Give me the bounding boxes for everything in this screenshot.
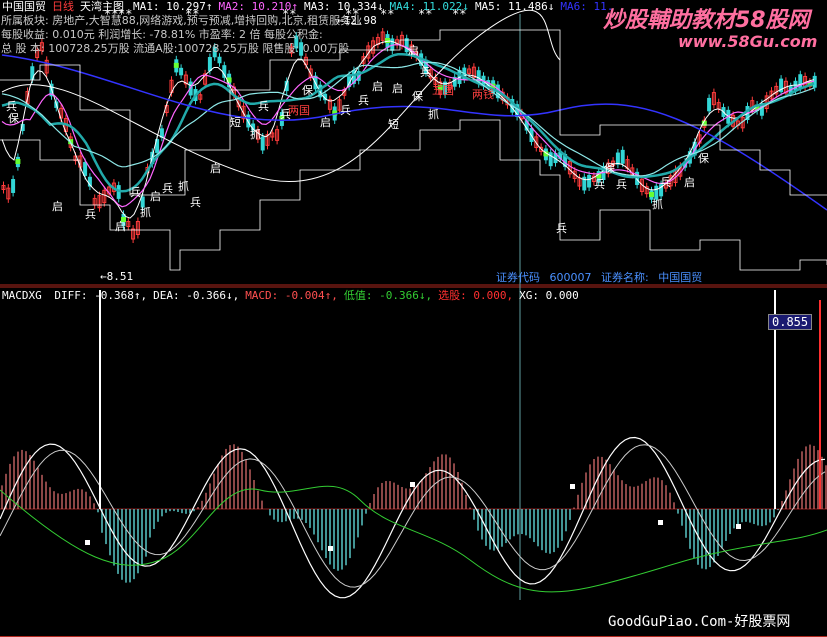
signal-label-zhua: 抓 bbox=[140, 206, 151, 219]
candle-body bbox=[615, 152, 620, 165]
signal-label-shi: 启 bbox=[150, 190, 161, 203]
stock-info-row: 证券代码 600007 证券名称: 中国国贸 bbox=[496, 271, 702, 284]
green-marker bbox=[173, 62, 179, 68]
ma-item-3: MA3: 10.334↓ bbox=[303, 0, 384, 13]
signal-label-shi: 启 bbox=[392, 82, 403, 95]
header-stock-name[interactable]: 中国国贸 bbox=[2, 1, 46, 13]
signal-label-zhua: 抓 bbox=[250, 128, 261, 141]
candle-body bbox=[11, 179, 16, 193]
signal-label-bing: 兵 bbox=[190, 196, 201, 209]
signal-label-shi: 启 bbox=[408, 44, 419, 57]
stock-name[interactable]: 中国国贸 bbox=[2, 0, 46, 13]
xg-marker bbox=[410, 482, 415, 487]
signal-label-bing: 兵 bbox=[340, 104, 351, 117]
signal-label-shi: 启 bbox=[372, 80, 383, 93]
candle-body bbox=[83, 162, 88, 176]
candle-body bbox=[620, 149, 625, 164]
signal-label-cong: 两国 bbox=[288, 104, 310, 117]
green-marker bbox=[15, 159, 21, 164]
signal-label-bing: 兵 bbox=[358, 94, 369, 107]
signal-label-bing: 兵 bbox=[130, 186, 141, 199]
indicator-item-2: DEA: -0.366↓, bbox=[153, 289, 240, 302]
watermark-top-url: www.58Gu.com bbox=[678, 32, 818, 51]
signal-label-wuguo: 五国 bbox=[432, 84, 454, 97]
name-label: 证券名称: bbox=[601, 271, 649, 284]
indicator-item-5: 选股: 0.000, bbox=[438, 289, 514, 302]
info-shares: 总 股 本: 100728.25万股 流通A股:100728.25万股 限售股:… bbox=[1, 42, 350, 55]
period-label[interactable]: 日线 bbox=[52, 1, 74, 13]
watermark-top-text: 炒股輔助教材58股网 bbox=[603, 8, 810, 33]
indicator-item-1: DIFF: -0.368↑, bbox=[54, 289, 148, 302]
ma-item-2: MA2: 10.210↑ bbox=[218, 0, 298, 13]
indicator-item-6: XG: 0.000 bbox=[519, 289, 579, 302]
signal-label-shi: 启 bbox=[210, 162, 221, 175]
signal-label-zhua: 抓 bbox=[652, 198, 663, 211]
low-price: 8.51 bbox=[106, 270, 134, 283]
green-marker bbox=[649, 192, 654, 197]
indicator-values-row: MACDXG DIFF: -0.368↑, DEA: -0.366↓, MACD: … bbox=[2, 289, 579, 302]
green-marker bbox=[385, 38, 390, 43]
xg-marker bbox=[658, 520, 663, 525]
signal-label-duan: 短 bbox=[230, 116, 241, 129]
signal-label-shi: 启 bbox=[320, 116, 331, 129]
signal-label-dongshen: 两钱 bbox=[472, 88, 494, 101]
signal-label-bao: 保 bbox=[412, 90, 423, 103]
ma3-line bbox=[1, 61, 815, 177]
indicator-item-3: MACD: -0.004↑, bbox=[245, 289, 338, 302]
ma-values-row: MA1: 10.297↑ MA2: 10.210↑ MA3: 10.334↓ MA4:… bbox=[133, 1, 619, 13]
dea-line bbox=[0, 444, 826, 588]
signal-label-zhua: 抓 bbox=[428, 108, 439, 121]
ma4-line bbox=[1, 52, 815, 193]
xg-marker bbox=[85, 540, 90, 545]
signal-label-bao: 保 bbox=[698, 152, 709, 165]
stock-name-info: 中国国贸 bbox=[658, 271, 703, 284]
indicator-item-4: 低值: -0.366↓, bbox=[343, 289, 433, 302]
signal-label-bao: 保 bbox=[604, 162, 615, 175]
signal-label-bing: 兵 bbox=[616, 178, 627, 191]
signal-label-bing: 兵 bbox=[660, 176, 671, 189]
xg-marker bbox=[328, 546, 333, 551]
indicator-scale-value: 0.855 bbox=[768, 314, 813, 330]
high-leader: ← bbox=[337, 14, 344, 27]
signal-label-bao: 保 bbox=[8, 112, 19, 125]
low-leader: ← bbox=[100, 270, 107, 283]
candle-body bbox=[707, 97, 712, 112]
stock-code: 600007 bbox=[549, 271, 592, 284]
info-sector: 所属板块: 房地产,大智慧88,网络游戏,预亏预减,增持回购,北京,租赁服务业 bbox=[1, 14, 363, 27]
candle-body bbox=[260, 136, 265, 151]
indicator-panel[interactable] bbox=[0, 290, 827, 599]
high-price-label: ←12.98 bbox=[337, 14, 377, 27]
candle-body bbox=[217, 56, 222, 64]
signal-label-bing: 兵 bbox=[594, 178, 605, 191]
candle-body bbox=[159, 128, 164, 138]
signal-label-duan: 短 bbox=[388, 118, 399, 131]
xg-marker bbox=[736, 524, 741, 529]
signal-label-bing: 兵 bbox=[162, 182, 173, 195]
signal-label-bing: 兵 bbox=[556, 222, 567, 235]
signal-label-shi: 启 bbox=[684, 176, 695, 189]
candle-body bbox=[179, 67, 184, 76]
watermark-bottom-text: GoodGuPiao.Com-好股票网 bbox=[608, 614, 791, 630]
signal-label-shi: 启 bbox=[52, 200, 63, 213]
info-earnings: 每股收益: 0.010元 利润增长: -78.81% 市盈率: 2 倍 每股公积… bbox=[1, 28, 323, 41]
ma-item-4: MA4: 11.022↓ bbox=[389, 0, 469, 13]
signal-label-bing: 兵 bbox=[85, 208, 96, 221]
candle-body bbox=[207, 57, 212, 71]
signal-label-shi: 启 bbox=[115, 220, 126, 233]
lower-band bbox=[0, 119, 827, 271]
ma6-line bbox=[1, 54, 827, 211]
high-price: 12.98 bbox=[343, 14, 377, 27]
signal-label-zhua: 抓 bbox=[178, 180, 189, 193]
ma-item-5: MA5: 11.486↓ bbox=[474, 0, 555, 13]
signal-label-bao: 保 bbox=[302, 84, 313, 97]
indicator-name[interactable]: MACDXG bbox=[2, 289, 42, 302]
low-price-label: ←8.51 bbox=[100, 270, 133, 283]
xg-marker bbox=[570, 484, 575, 489]
template-name[interactable]: 天湾主图 bbox=[80, 1, 124, 13]
ma-item-1: MA1: 10.297↑ bbox=[133, 0, 213, 13]
signal-label-bing: 兵 bbox=[420, 66, 431, 79]
signal-label-bing: 兵 bbox=[258, 100, 269, 113]
candle-body bbox=[587, 174, 592, 188]
code-label: 证券代码 bbox=[496, 271, 540, 284]
